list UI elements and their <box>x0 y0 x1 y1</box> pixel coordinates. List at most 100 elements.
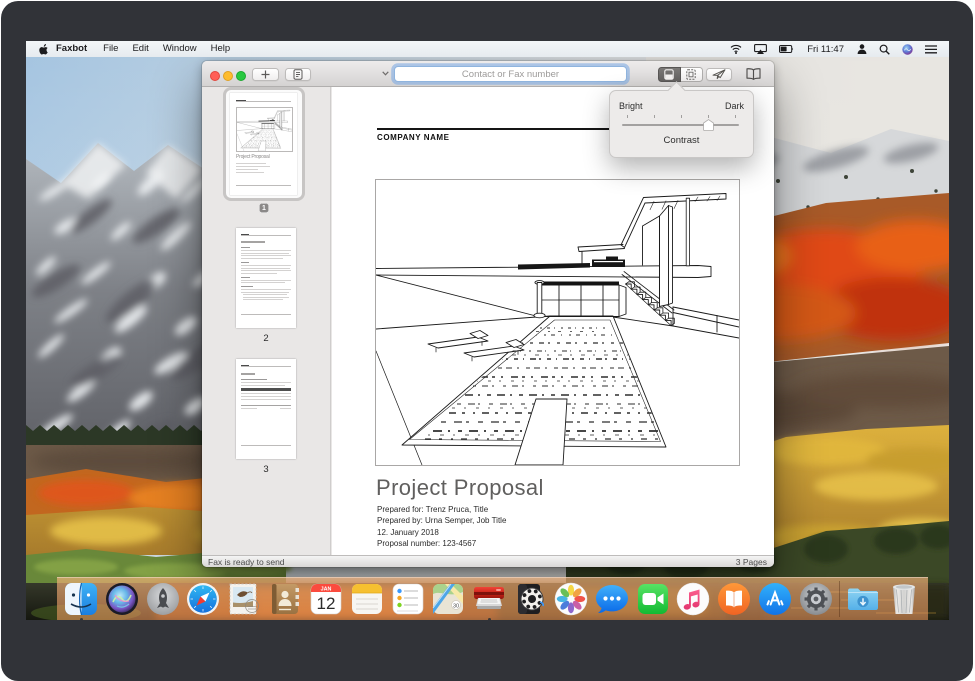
thumb-text-line <box>241 247 250 248</box>
dock-messages[interactable] <box>594 581 630 617</box>
dock-trash[interactable] <box>886 581 922 617</box>
add-page-button[interactable] <box>252 68 279 81</box>
dock-photos[interactable] <box>553 581 589 617</box>
dock-fax-printer[interactable] <box>471 581 507 617</box>
plus-icon <box>261 70 270 79</box>
dock-contacts[interactable] <box>267 581 303 617</box>
thumb-text-line <box>241 292 289 293</box>
dock: JAN 12 <box>57 577 928 620</box>
page-count: 3 Pages <box>736 557 767 567</box>
thumbnail-drawing <box>236 107 293 152</box>
messages-icon <box>595 582 629 616</box>
new-note-button[interactable] <box>285 68 311 81</box>
siri-icon[interactable] <box>896 44 919 55</box>
thumb-text-line <box>241 265 291 266</box>
dock-notes[interactable] <box>349 581 385 617</box>
zoom-button[interactable] <box>236 71 246 81</box>
desktop-screen: Faxbot File Edit Window Help Fri 11:47 <box>26 41 949 620</box>
contrast-icon <box>664 69 674 80</box>
dock-calendar[interactable]: JAN 12 <box>308 581 344 617</box>
dock-appstore[interactable] <box>757 581 793 617</box>
thumb-rule <box>236 101 291 102</box>
thumb-text-line <box>243 294 287 295</box>
popover-title: Contrast <box>610 135 753 146</box>
thumbnail-page-2[interactable] <box>236 228 296 328</box>
dock-launchpad[interactable] <box>145 581 181 617</box>
document-meta: Prepared for: Trenz Pruca, Title Prepare… <box>377 504 506 550</box>
dialer-icon <box>513 582 547 616</box>
search-icon[interactable] <box>873 44 896 55</box>
menu-clock[interactable]: Fri 11:47 <box>800 44 851 55</box>
dock-safari[interactable] <box>185 581 221 617</box>
dock-facetime[interactable] <box>635 581 671 617</box>
window-toolbar <box>202 61 774 87</box>
notification-center-icon[interactable] <box>919 45 949 54</box>
bookmarks-button[interactable] <box>746 68 761 80</box>
fax-printer-icon <box>472 582 506 616</box>
thumb-text-line <box>236 163 266 164</box>
close-button[interactable] <box>210 71 220 81</box>
thumb-text-line <box>241 262 249 263</box>
dock-siri[interactable] <box>104 581 140 617</box>
airplay-icon[interactable] <box>748 44 773 54</box>
thumb-text-line <box>241 393 291 394</box>
menu-window[interactable]: Window <box>156 41 204 57</box>
maps-icon: 30 <box>431 582 465 616</box>
architecture-drawing <box>375 179 740 466</box>
reminders-icon <box>391 582 425 616</box>
contrast-slider-knob[interactable] <box>703 118 714 130</box>
fax-number-input[interactable] <box>394 66 627 82</box>
thumb-text-line <box>241 373 255 375</box>
faxbot-window: Project Proposal 1 <box>202 61 774 567</box>
thumb-text-line <box>241 382 291 383</box>
dock-system-preferences[interactable] <box>798 581 834 617</box>
wifi-icon[interactable] <box>724 44 748 54</box>
user-icon[interactable] <box>851 44 873 54</box>
thumb-rule <box>241 235 291 236</box>
battery-icon[interactable] <box>773 45 800 53</box>
menu-file[interactable]: File <box>96 41 125 57</box>
finder-icon <box>64 582 98 616</box>
siri-icon <box>105 582 139 616</box>
thumbnail-page-1[interactable]: Project Proposal <box>230 93 297 195</box>
meta-prepared-by: Prepared by: Urna Semper, Job Title <box>377 515 506 526</box>
status-message: Fax is ready to send <box>208 557 285 567</box>
thumb-text-line <box>241 399 291 400</box>
dock-dialer[interactable] <box>512 581 548 617</box>
preview-button[interactable] <box>681 67 704 82</box>
minimize-button[interactable] <box>223 71 233 81</box>
chevron-down-icon[interactable] <box>379 67 391 80</box>
thumb-text-line <box>241 268 290 269</box>
page-3-label: 3 <box>236 464 296 475</box>
dock-itunes[interactable] <box>675 581 711 617</box>
thumb-rule <box>241 314 291 315</box>
menu-help[interactable]: Help <box>204 41 238 57</box>
thumb-text-line <box>236 169 258 170</box>
contacts-icon <box>268 582 302 616</box>
dock-reminders[interactable] <box>390 581 426 617</box>
menu-app-name[interactable]: Faxbot <box>48 41 96 57</box>
dock-finder[interactable] <box>63 581 99 617</box>
contrast-slider-track[interactable] <box>622 124 739 126</box>
thumb-text-line <box>236 172 264 173</box>
menu-edit[interactable]: Edit <box>125 41 155 57</box>
thumb-text-line <box>241 289 291 290</box>
thumb-text-line <box>241 396 291 397</box>
photos-icon <box>554 582 588 616</box>
meta-prepared-for: Prepared for: Trenz Pruca, Title <box>377 504 506 515</box>
launchpad-icon <box>146 582 180 616</box>
thumb-table-header <box>241 388 291 391</box>
thumb-text-line <box>241 277 250 278</box>
thumbnail-page-3[interactable] <box>236 359 296 459</box>
thumb-rule <box>241 445 291 446</box>
calendar-icon: JAN 12 <box>309 582 343 616</box>
note-icon <box>293 69 303 80</box>
contrast-button[interactable] <box>658 67 681 82</box>
dock-downloads[interactable] <box>845 581 881 617</box>
dock-mail[interactable] <box>226 581 262 617</box>
send-fax-button[interactable] <box>706 68 732 81</box>
dock-ibooks[interactable] <box>716 581 752 617</box>
apple-menu[interactable] <box>39 44 48 55</box>
dock-maps[interactable]: 30 <box>430 581 466 617</box>
facetime-icon <box>636 582 670 616</box>
